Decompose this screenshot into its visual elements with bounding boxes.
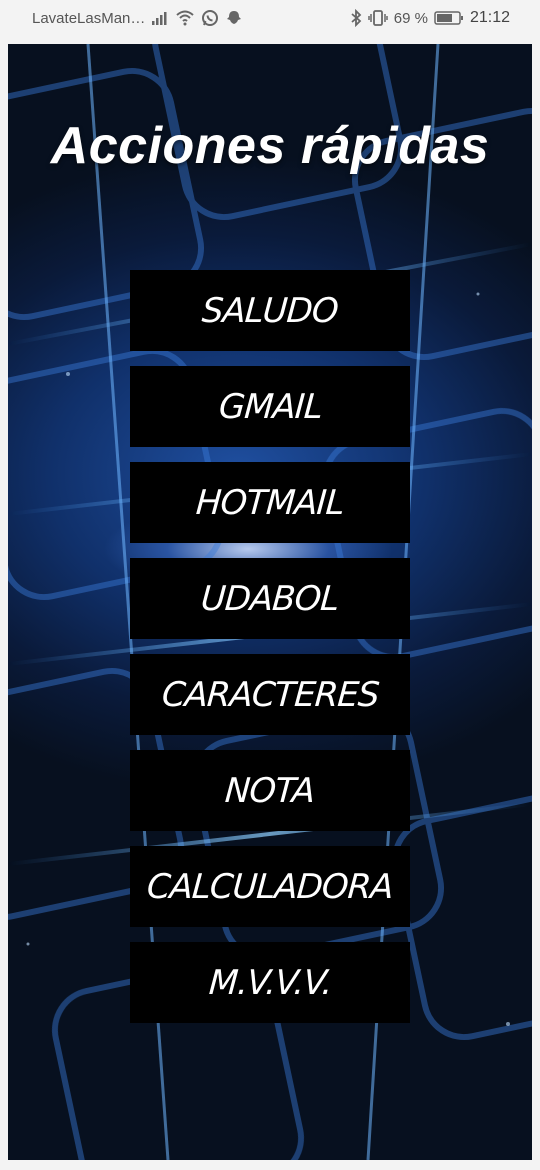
battery-percent: 69 % [393, 9, 428, 27]
caracteres-button[interactable]: CARACTERES [130, 654, 410, 735]
status-bar: LavateLasMan… 69 % 21:12 [0, 0, 540, 36]
udabol-button-label: UDABOL [199, 578, 341, 619]
nota-button[interactable]: NOTA [130, 750, 410, 831]
hotmail-button-label: HOTMAIL [194, 482, 346, 523]
saludo-button[interactable]: SALUDO [130, 270, 410, 351]
mvvv-button[interactable]: M.V.V.V. [130, 942, 410, 1023]
whatsapp-icon [201, 9, 219, 27]
status-bar-right: 69 % 21:12 [350, 9, 510, 27]
bluetooth-icon [350, 9, 362, 27]
calculadora-button-label: CALCULADORA [145, 866, 395, 907]
snapchat-icon [225, 9, 243, 27]
mvvv-button-label: M.V.V.V. [207, 962, 333, 1003]
nota-button-label: NOTA [224, 770, 316, 811]
gmail-button-label: GMAIL [217, 386, 323, 427]
gmail-button[interactable]: GMAIL [130, 366, 410, 447]
vibrate-icon [368, 9, 388, 27]
page-title: Acciones rápidas [50, 117, 490, 175]
calculadora-button[interactable]: CALCULADORA [130, 846, 410, 927]
notification-text: LavateLasMan… [32, 9, 146, 27]
caracteres-button-label: CARACTERES [160, 674, 380, 715]
wifi-icon [175, 9, 195, 27]
status-bar-left: LavateLasMan… [32, 9, 243, 27]
signal-icon [151, 9, 169, 27]
hotmail-button[interactable]: HOTMAIL [130, 462, 410, 543]
saludo-button-label: SALUDO [200, 290, 340, 331]
udabol-button[interactable]: UDABOL [130, 558, 410, 639]
clock-time: 21:12 [469, 9, 510, 26]
battery-icon [434, 9, 464, 27]
app-screen: Acciones rápidas SALUDO GMAIL HOTMAIL UD… [8, 44, 532, 1160]
